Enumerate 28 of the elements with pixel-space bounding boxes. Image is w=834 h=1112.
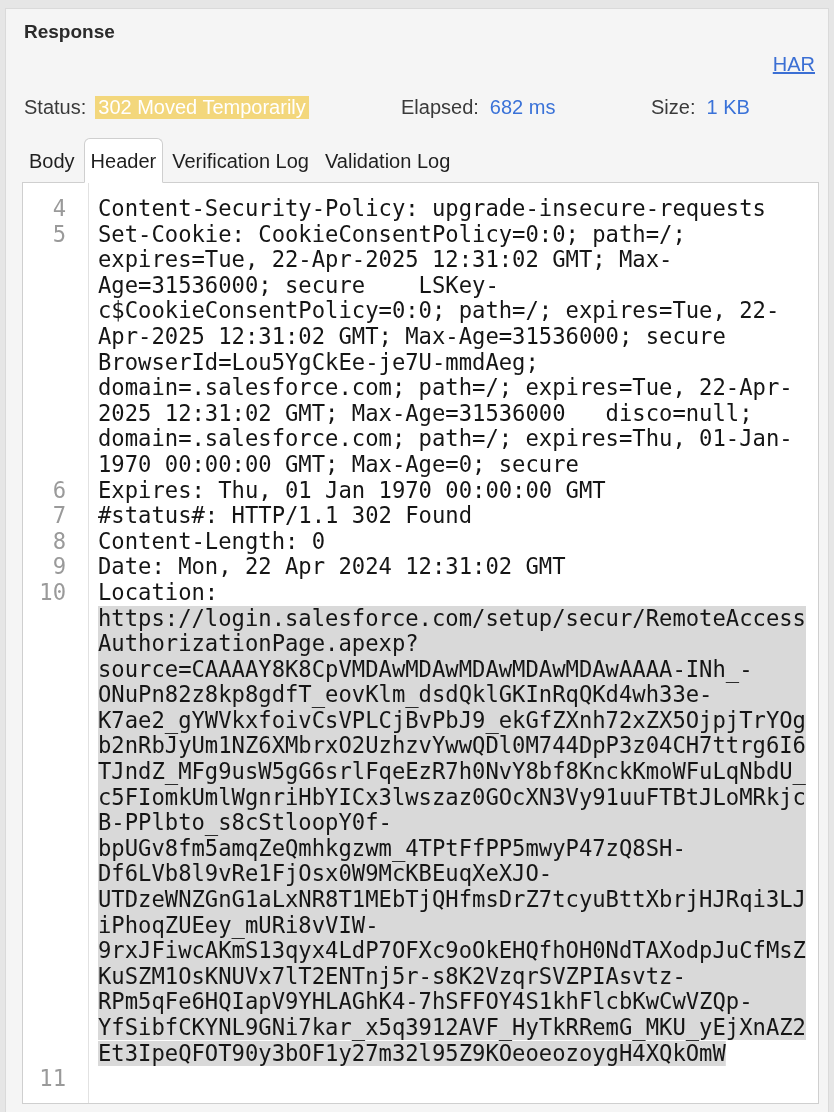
line-number: 9 bbox=[52, 554, 66, 580]
field-value: 682 ms bbox=[489, 95, 556, 119]
har-link[interactable]: HAR bbox=[772, 53, 815, 76]
line-number: 5 bbox=[52, 221, 66, 248]
tab[interactable]: Verification Log bbox=[165, 138, 316, 183]
header-text: Content-Security-Policy: upgrade-insecure-requests bbox=[98, 196, 766, 222]
field-label: Size: bbox=[651, 95, 696, 119]
field-label: Status: bbox=[24, 95, 87, 119]
field-label: Elapsed: bbox=[401, 95, 479, 119]
header-text: Content-Length: 0 bbox=[98, 528, 326, 555]
tab[interactable]: Body bbox=[22, 138, 82, 183]
line-number: 7 bbox=[52, 503, 66, 529]
line-number: 4 bbox=[52, 196, 66, 222]
status-badge: 302 Moved Temporarily bbox=[95, 95, 309, 119]
line-number: 6 bbox=[52, 477, 66, 504]
highlighted-text: https://login.salesforce.com/setup/secur/RemoteAccess AuthorizationPage.apexp? source=CAAAAY8K8CpVMDAwMDAwMDAwMDAwMDAwAAAA-INh_- ONuPn82z8kp8gdfT_eovKlm_dsdQklGKInRqQKd4wh33e- K7ae2_gYWVkxfoivCsVPLCjBvPbJ9_ekGfZXnh72xZX5OjpjTrYOg b2nRbJyUm1NZ6XMbrxO2UzhzvYwwQDl0M744DpP3z04CH7ttrg6I6 TJndZ_MFg9usW5gG6srlFqeEzR7h0NvY8bf8KnckKmoWFuLqNbdU_ c5FIomkUmlWgnriHbYICx3lwszaz0GOcXN3Vy91uuFTBtJLoMRkjc B-PPlbto_s8cStloopY0f- bpUGv8fm5amqZeQmhkgzwm_4TPtFfPP5mwyP47zQ8SH- Df6LVb8l9vRe1FjOsx0W9McKBEuqXeXJO- UTDzeWNZGnG1aLxNR8T1MEbTjQHfmsDrZ7tcyuBttXbrjHJRqi3LJ iPhoqZUEey_mURi8vVIW- 9rxJFiwcAKmS13qyx4LdP7OFXc9oOkEHQfhOH0NdTAXodpJuCfMsZ KuSZM1OsKNUVx7lT2ENTnj5r-s8K2VzqrSVZPIAsvtz- RPm5qFe6HQIapV9YHLAGhK4-7hSFFOY4S1khFlcbKwCwVZQp- YfSibfCKYNL9GNi7kar_x5q3912AVF_HyTkRRemG_MKU_yEjXnAZ2 Et3IpeQFOT90y3bOF1y27m32l95Z9KOeoeozoygH4XQkOmW bbox=[98, 605, 806, 1067]
header-text: #status#: HTTP/1.1 302 Found bbox=[98, 503, 473, 529]
tab[interactable]: Validation Log bbox=[317, 138, 458, 183]
field-value: 1 KB bbox=[706, 95, 750, 119]
line-number: 10 bbox=[39, 579, 66, 606]
line-number: 11 bbox=[39, 1066, 66, 1092]
panel-title: Response bbox=[24, 21, 115, 43]
header-text: Expires: Thu, 01 Jan 1970 00:00:00 GMT bbox=[98, 477, 606, 504]
header-text: Set-Cookie: CookieConsentPolicy=0:0; path=/; expires=Tue, 22-Apr-2025 12:31:02 GMT; Max- Age=31536000; secure LSKey- c$CookieConsentPolicy=0:0; path=/; expires=Tue, 22- Apr-2025 12:31:02 GMT; Max-Age=31536000; secure BrowserId=Lou5YgCkEe-je7U-mmdAeg; domain=.salesforce.com; path=/; expires=Tue, 22-Apr- 2025 12:31:02 GMT; Max-Age=31536000 disco=null; domain=.salesforce.com; path=/; expires=Thu, 01-Jan- 1970 00:00:00 GMT; Max-Age=0; secure bbox=[98, 221, 793, 478]
tab[interactable]: Header bbox=[83, 138, 164, 183]
header-text: Date: Mon, 22 Apr 2024 12:31:02 GMT bbox=[98, 554, 566, 580]
line-number: 8 bbox=[52, 528, 66, 555]
header-text: Location: bbox=[98, 579, 219, 606]
